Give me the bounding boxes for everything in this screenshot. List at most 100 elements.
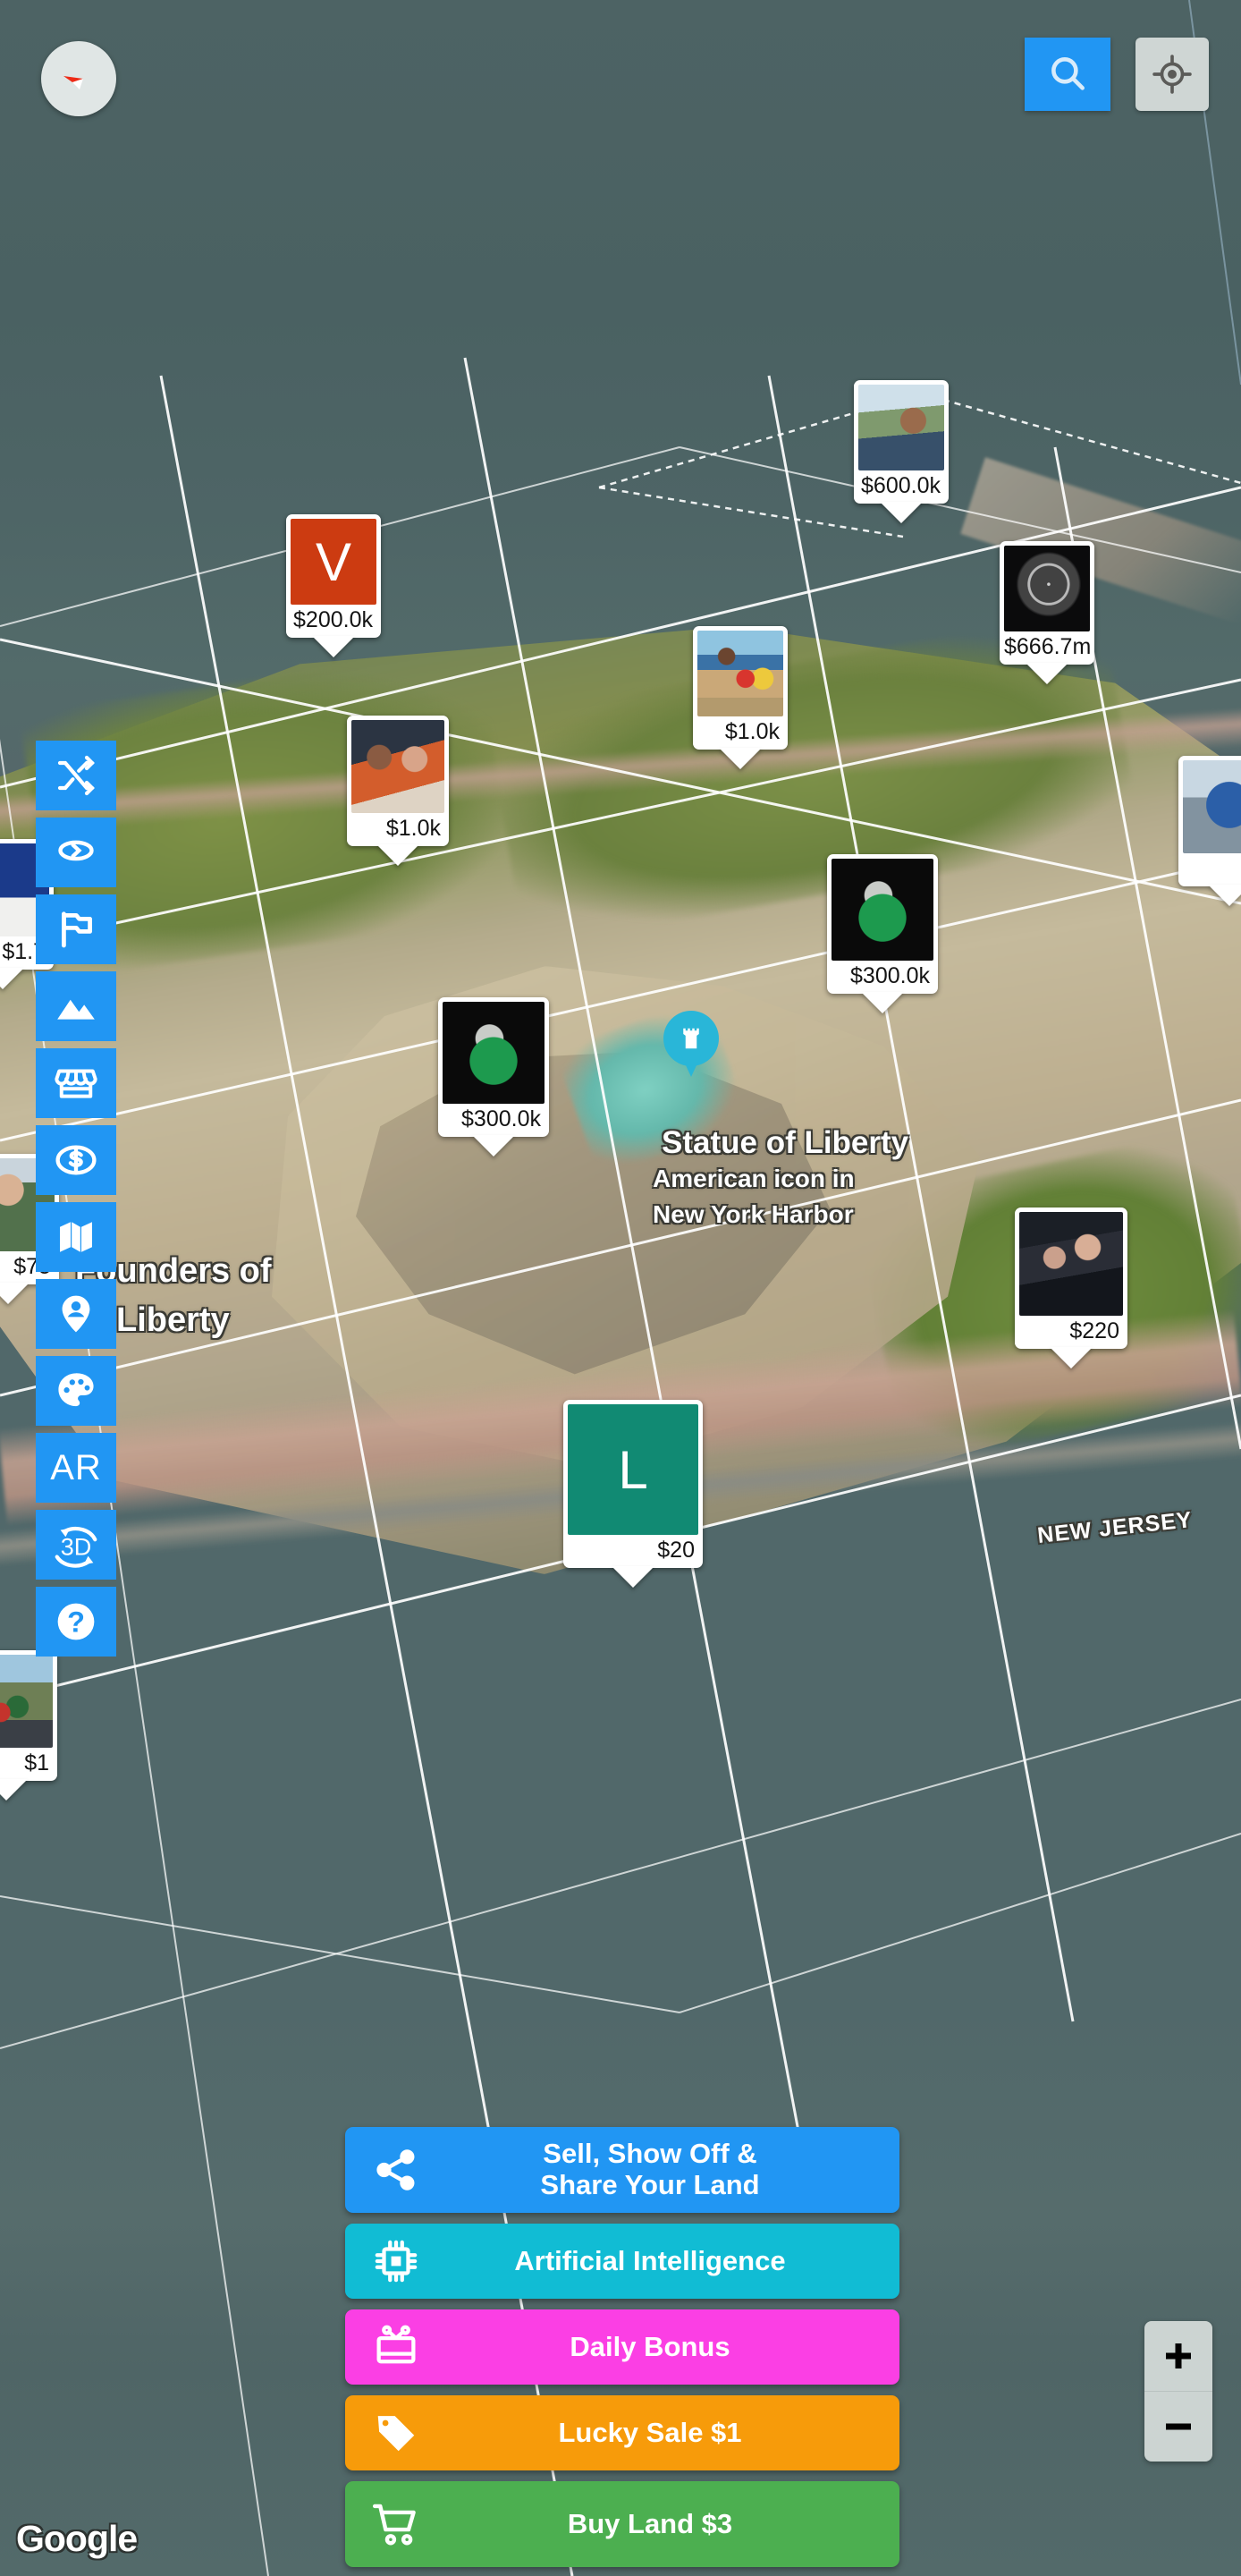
marker-price-label: $200.0k	[293, 607, 373, 632]
rotate-icon	[58, 840, 94, 861]
marker-thumbnail	[351, 720, 444, 813]
help-button[interactable]: ?	[36, 1587, 116, 1657]
share-icon-wrap	[361, 2146, 431, 2194]
tool-sidebar: AR 3D ?	[36, 741, 116, 1664]
crosshair-icon	[1152, 55, 1192, 94]
zoom-controls	[1144, 2321, 1212, 2462]
share-icon	[376, 2149, 415, 2190]
buy-land-button[interactable]: Buy Land $3	[345, 2481, 899, 2567]
marker-price-label: $666.7m	[1004, 634, 1092, 659]
price-marker[interactable]: L $20	[563, 1400, 703, 1589]
marker-pointer	[0, 968, 24, 990]
cart-icon	[372, 2504, 416, 2546]
marker-price-label: $300.0k	[461, 1106, 541, 1131]
marker-price-label: $2	[1183, 853, 1241, 885]
daily-bonus-button[interactable]: Daily Bonus	[345, 2309, 899, 2385]
zoom-in-button[interactable]	[1144, 2321, 1212, 2391]
rotate-button[interactable]	[36, 818, 116, 887]
flag-button[interactable]	[36, 894, 116, 964]
map-screen: Founders of Liberty Statue of Liberty Am…	[0, 0, 1241, 2576]
store-button[interactable]	[36, 1048, 116, 1118]
marker-thumbnail	[443, 1002, 545, 1104]
plus-icon	[1166, 2343, 1191, 2368]
marker-thumbnail: L	[568, 1404, 698, 1535]
price-marker[interactable]: $666.7m	[1000, 541, 1094, 685]
ai-button[interactable]: Artificial Intelligence	[345, 2224, 899, 2299]
dollar-coin-icon	[55, 1145, 97, 1175]
price-marker[interactable]: $300.0k	[438, 997, 549, 1157]
chip-icon-wrap	[361, 2237, 431, 2285]
ai-label: Artificial Intelligence	[514, 2244, 786, 2276]
marker-photo	[1004, 546, 1090, 631]
profile-button[interactable]	[36, 1279, 116, 1349]
store-icon	[55, 1069, 97, 1098]
marker-pointer	[1208, 885, 1241, 907]
search-button[interactable]	[1025, 38, 1110, 111]
marker-pointer	[1050, 1347, 1093, 1369]
price-marker[interactable]: $300.0k	[827, 854, 938, 1014]
compass-icon	[63, 76, 83, 89]
marker-price-label: $600.0k	[861, 473, 941, 498]
daily-bonus-label: Daily Bonus	[570, 2330, 730, 2362]
tag-icon-wrap	[361, 2409, 431, 2457]
tag-icon	[377, 2416, 415, 2452]
three-d-button[interactable]: 3D	[36, 1510, 116, 1580]
map-icon	[60, 1222, 92, 1252]
theme-button[interactable]	[36, 1356, 116, 1426]
marker-photo	[351, 720, 444, 813]
marker-price-label: $20	[657, 1538, 695, 1563]
marker-letter-tile: L	[568, 1404, 698, 1535]
action-button-stack: Sell, Show Off & Share Your Land Artific…	[345, 2127, 899, 2567]
lucky-sale-label: Lucky Sale $1	[558, 2416, 742, 2448]
castle-tower-icon	[683, 1028, 699, 1049]
marker-thumbnail	[1004, 546, 1090, 631]
marker-photo	[858, 385, 944, 470]
marker-photo	[443, 1002, 545, 1104]
marker-pointer	[472, 1135, 515, 1157]
image-icon	[57, 999, 95, 1020]
ar-label: AR	[50, 1447, 102, 1487]
marker-price-label: $300.0k	[850, 963, 930, 988]
marker-price-label: $1.0k	[385, 816, 441, 841]
money-button[interactable]	[36, 1125, 116, 1195]
price-marker[interactable]: V $200.0k	[286, 514, 381, 658]
price-marker[interactable]: $2	[1178, 756, 1241, 907]
price-marker[interactable]: $220	[1015, 1208, 1127, 1369]
compass-button[interactable]	[41, 41, 116, 116]
marker-price-label: $1.0k	[724, 719, 780, 744]
marker-thumbnail	[858, 385, 944, 470]
marker-price-label: $220	[1069, 1318, 1119, 1343]
price-marker[interactable]: $600.0k	[854, 380, 949, 524]
sell-share-button[interactable]: Sell, Show Off & Share Your Land	[345, 2127, 899, 2213]
marker-photo	[832, 859, 933, 961]
marker-pointer	[312, 636, 355, 658]
marker-pointer	[0, 1283, 30, 1305]
shuffle-icon	[57, 755, 95, 796]
photo-button[interactable]	[36, 971, 116, 1041]
marker-thumbnail	[832, 859, 933, 961]
marker-pointer	[861, 992, 904, 1014]
3d-icon: 3D	[55, 1526, 97, 1568]
help-icon: ?	[57, 1603, 95, 1640]
price-marker[interactable]: $1.0k	[693, 626, 788, 770]
marker-pointer	[376, 844, 419, 867]
marker-pointer	[612, 1566, 654, 1589]
marker-thumbnail	[0, 1655, 53, 1748]
my-location-button[interactable]	[1135, 38, 1209, 111]
price-marker[interactable]: $1	[0, 1650, 57, 1801]
castle-tower-pin[interactable]	[663, 1011, 719, 1066]
marker-pointer	[719, 748, 762, 770]
minus-icon	[1166, 2423, 1191, 2430]
marker-pointer	[1026, 663, 1068, 685]
person-pin-icon	[62, 1295, 90, 1333]
gift-icon-wrap	[361, 2323, 431, 2371]
shuffle-button[interactable]	[36, 741, 116, 810]
marker-thumbnail	[697, 631, 783, 716]
map-button[interactable]	[36, 1202, 116, 1272]
flag-icon	[61, 911, 92, 948]
lucky-sale-button[interactable]: Lucky Sale $1	[345, 2395, 899, 2470]
ar-button[interactable]: AR	[36, 1433, 116, 1503]
google-attribution: Google	[16, 2518, 138, 2559]
zoom-out-button[interactable]	[1144, 2392, 1212, 2462]
price-marker[interactable]: $1.0k	[347, 716, 449, 867]
